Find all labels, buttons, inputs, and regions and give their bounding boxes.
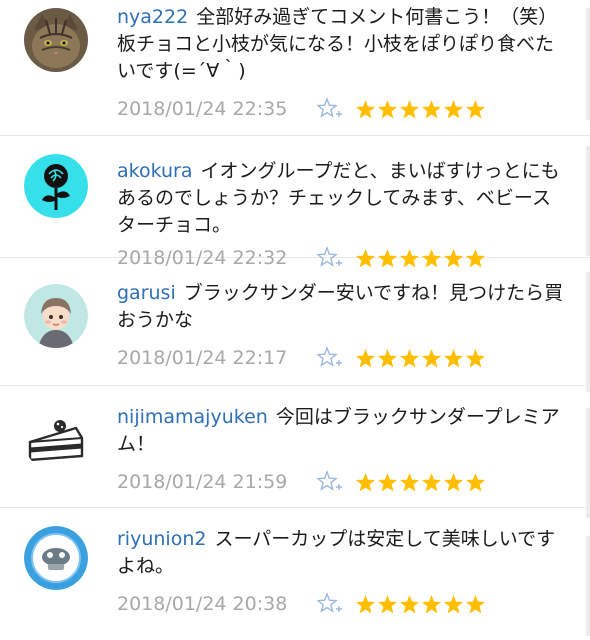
filled-star-icon (443, 348, 464, 369)
scroll-indicator (586, 272, 590, 392)
filled-star-icon (399, 594, 420, 615)
comment-item: nijimamajyuken 今回はブラックサンダープレミアム！ 2018/01/… (0, 386, 590, 508)
star-rating (355, 472, 486, 493)
add-star-icon[interactable] (317, 592, 343, 616)
add-star-icon[interactable] (317, 97, 343, 121)
filled-star-icon (355, 99, 376, 120)
avatar[interactable] (24, 8, 88, 72)
filled-star-icon (377, 472, 398, 493)
filled-star-icon (377, 594, 398, 615)
badge-logo-icon (24, 526, 88, 590)
comment-text: riyunion2 スーパーカップは安定して美味しいですよね。 (117, 526, 569, 580)
scroll-indicator (586, 146, 590, 256)
comment-timestamp: 2018/01/24 21:59 (117, 471, 288, 493)
comment-text: akokura イオングループだと、まいばすけっとにもあるのでしょうか？チェックし… (117, 158, 569, 239)
filled-star-icon (355, 348, 376, 369)
comment-meta: 2018/01/24 21:59 (117, 468, 569, 496)
comment-meta: 2018/01/24 22:17 (117, 344, 569, 372)
comment-text: nijimamajyuken 今回はブラックサンダープレミアム！ (117, 404, 569, 458)
add-star-icon[interactable] (317, 470, 343, 494)
avatar[interactable] (24, 284, 88, 348)
filled-star-icon (421, 99, 442, 120)
cat-photo-icon (24, 8, 88, 72)
filled-star-icon (377, 99, 398, 120)
comment-timestamp: 2018/01/24 22:35 (117, 98, 288, 120)
cake-slice-icon (24, 408, 88, 472)
comment-body: ブラックサンダー安いですね！見つけたら買おうかな (117, 282, 564, 331)
star-rating (355, 594, 486, 615)
add-star-icon[interactable] (317, 346, 343, 370)
comment-meta: 2018/01/24 22:35 (117, 95, 569, 123)
comment-item: riyunion2 スーパーカップは安定して美味しいですよね。 2018/01/2… (0, 508, 590, 625)
filled-star-icon (465, 472, 486, 493)
filled-star-icon (421, 594, 442, 615)
comment-timestamp: 2018/01/24 22:17 (117, 347, 288, 369)
comment-username[interactable]: garusi (117, 282, 176, 304)
filled-star-icon (443, 594, 464, 615)
scroll-indicator (586, 8, 590, 120)
rose-icon (24, 154, 88, 218)
comment-list: nya222 全部好み過ぎてコメント何書こう！（笑）板チョコと小枝が気になる！小枝… (0, 0, 590, 625)
filled-star-icon (443, 99, 464, 120)
scroll-indicator (586, 536, 590, 636)
comment-text: garusi ブラックサンダー安いですね！見つけたら買おうかな (117, 280, 569, 334)
star-rating (355, 348, 486, 369)
filled-star-icon (465, 99, 486, 120)
avatar[interactable] (24, 408, 88, 472)
filled-star-icon (465, 594, 486, 615)
filled-star-icon (421, 472, 442, 493)
scroll-indicator (586, 408, 590, 518)
comment-item: garusi ブラックサンダー安いですね！見つけたら買おうかな 2018/01/2… (0, 258, 590, 386)
filled-star-icon (355, 472, 376, 493)
comment-username[interactable]: nijimamajyuken (117, 406, 268, 428)
filled-star-icon (465, 348, 486, 369)
comment-username[interactable]: nya222 (117, 6, 188, 28)
comment-username[interactable]: riyunion2 (117, 528, 206, 550)
filled-star-icon (355, 594, 376, 615)
comment-meta: 2018/01/24 20:38 (117, 590, 569, 618)
comment-username[interactable]: akokura (117, 160, 193, 182)
comment-item: akokura イオングループだと、まいばすけっとにもあるのでしょうか？チェックし… (0, 136, 590, 269)
avatar[interactable] (24, 154, 88, 218)
filled-star-icon (421, 348, 442, 369)
filled-star-icon (443, 472, 464, 493)
comment-item: nya222 全部好み過ぎてコメント何書こう！（笑）板チョコと小枝が気になる！小枝… (0, 0, 590, 136)
star-rating (355, 99, 486, 120)
comment-text: nya222 全部好み過ぎてコメント何書こう！（笑）板チョコと小枝が気になる！小枝… (117, 4, 569, 85)
avatar[interactable] (24, 526, 88, 590)
comment-timestamp: 2018/01/24 20:38 (117, 593, 288, 615)
character-illustration-icon (24, 284, 88, 348)
filled-star-icon (399, 99, 420, 120)
filled-star-icon (377, 348, 398, 369)
filled-star-icon (399, 472, 420, 493)
filled-star-icon (399, 348, 420, 369)
